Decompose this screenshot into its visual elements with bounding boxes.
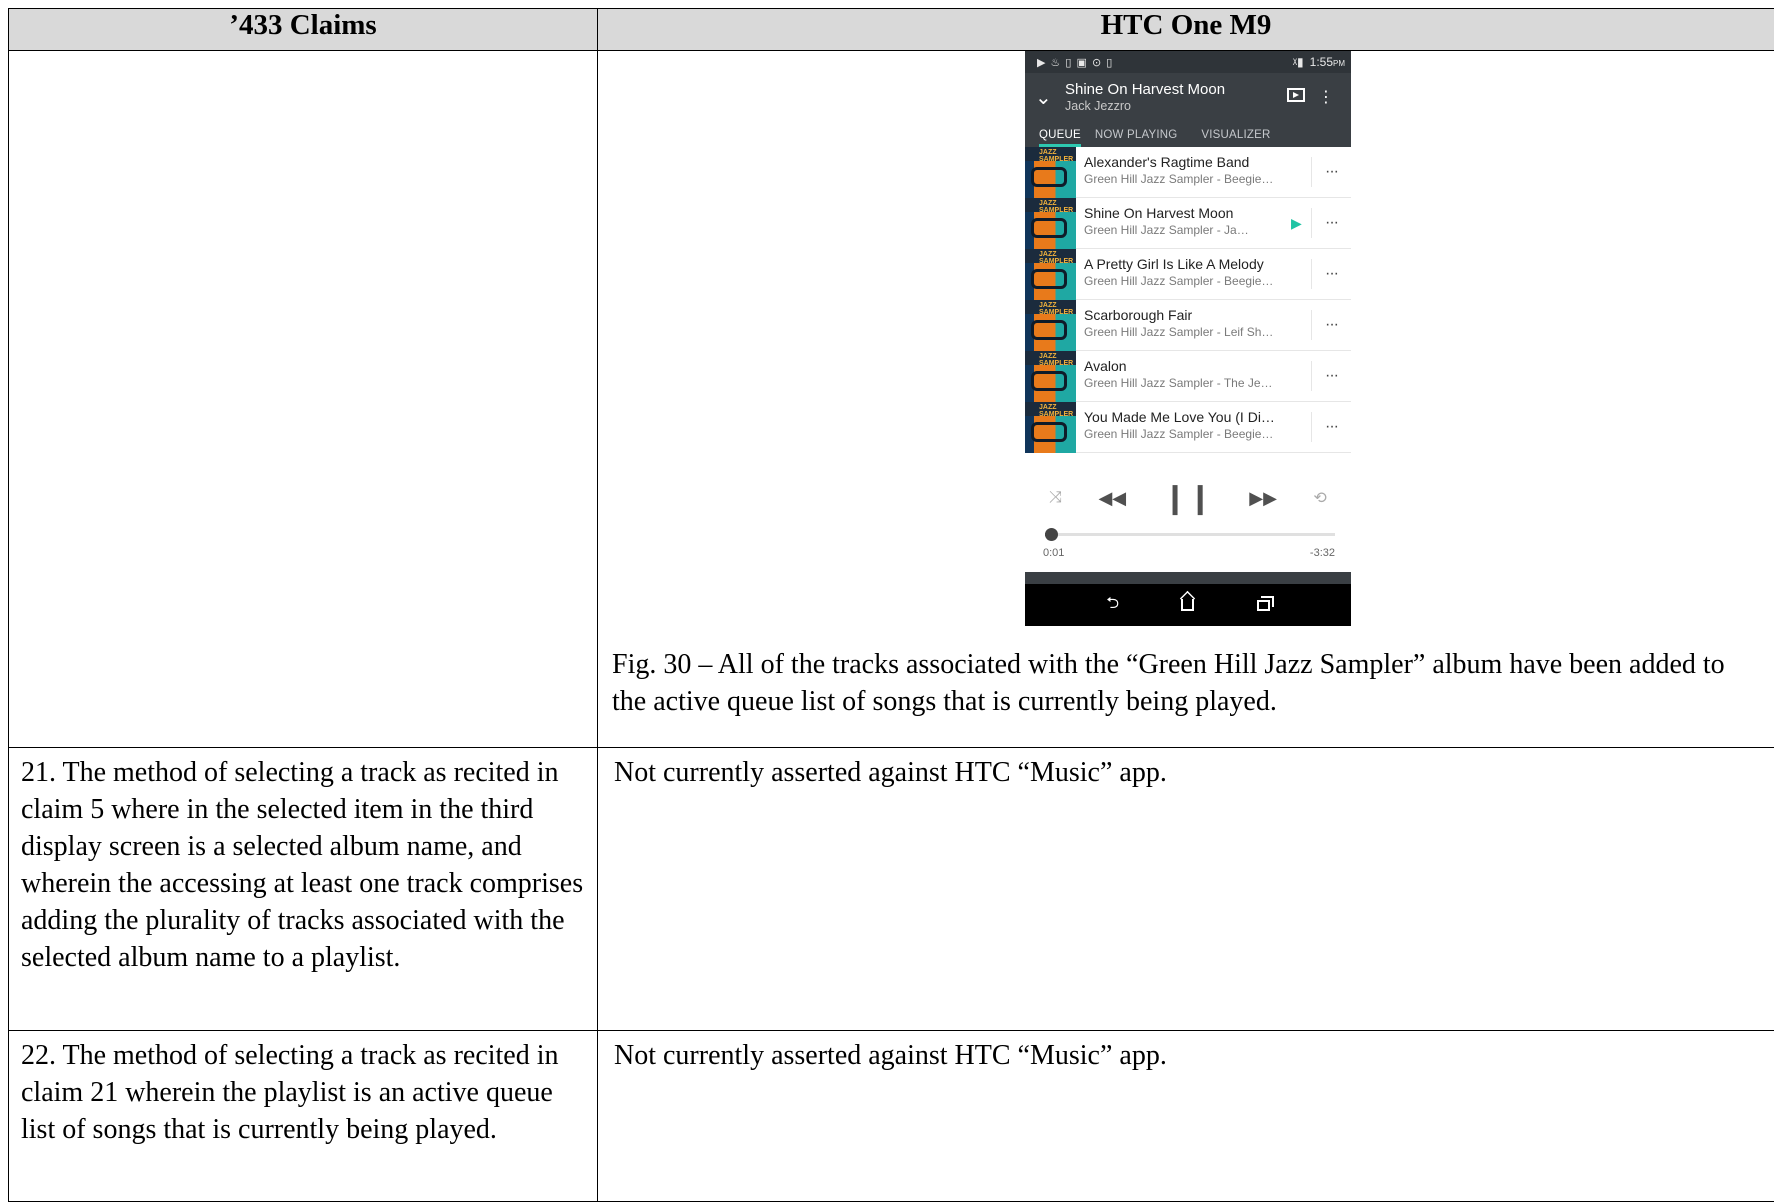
figure-caption: Fig. 30 – All of the tracks associated w…: [598, 626, 1774, 738]
overflow-menu-icon[interactable]: ⋮: [1311, 87, 1341, 107]
tab-visualizer[interactable]: VISUALIZER: [1201, 129, 1282, 147]
queue-item[interactable]: JAZZ SAMPLER You Made Me Love You (I Di…G…: [1025, 402, 1351, 453]
home-icon[interactable]: [1181, 599, 1194, 611]
claim-22-response: Not currently asserted against HTC “Musi…: [598, 1031, 1774, 1202]
more-options-icon[interactable]: ···: [1311, 310, 1351, 340]
signal-battery-icon: ᵡ▮: [1293, 55, 1304, 69]
queue-item[interactable]: JAZZ SAMPLER Scarborough FairGreen Hill J…: [1025, 300, 1351, 351]
more-options-icon[interactable]: ···: [1311, 259, 1351, 289]
queue-item[interactable]: JAZZ SAMPLER A Pretty Girl Is Like A Melo…: [1025, 249, 1351, 300]
cast-icon[interactable]: [1281, 88, 1311, 107]
queue-item-title: A Pretty Girl Is Like A Melody: [1084, 255, 1311, 273]
queue-item-title: You Made Me Love You (I Di…: [1084, 408, 1311, 426]
more-options-icon[interactable]: ···: [1311, 412, 1351, 442]
tab-now-playing[interactable]: NOW PLAYING: [1095, 129, 1190, 147]
playback-controls: ⤨ ◀◀ ❙❙ ▶▶ ⟲ 0:01 -3:32: [1025, 472, 1351, 572]
figure-row: ▶ ♨ ▯ ▣ ⊙ ▯ ᵡ▮ 1:55PM ⌄ Shine On Harvest…: [9, 51, 1774, 748]
now-playing-title: Shine On Harvest Moon: [1065, 81, 1281, 99]
figure-cell: ▶ ♨ ▯ ▣ ⊙ ▯ ᵡ▮ 1:55PM ⌄ Shine On Harvest…: [598, 51, 1774, 748]
claim-row-22: 22. The method of selecting a track as r…: [9, 1031, 1774, 1202]
album-art-thumbnail: JAZZ SAMPLER: [1025, 249, 1076, 300]
more-options-icon[interactable]: ···: [1311, 157, 1351, 187]
collapse-chevron-icon[interactable]: ⌄: [1035, 85, 1065, 110]
notification-icons: ▶ ♨ ▯ ▣ ⊙ ▯: [1037, 56, 1113, 69]
android-nav-bar: ⮌: [1025, 584, 1351, 626]
album-art-thumbnail: JAZZ SAMPLER: [1025, 147, 1076, 198]
album-art-thumbnail: JAZZ SAMPLER: [1025, 198, 1076, 249]
player-header: ⌄ Shine On Harvest Moon Jack Jezzro ⋮: [1025, 73, 1351, 121]
more-options-icon[interactable]: ···: [1311, 208, 1351, 238]
queue-item-subtitle: Green Hill Jazz Sampler - Ja…: [1084, 222, 1291, 238]
claim-row-21: 21. The method of selecting a track as r…: [9, 748, 1774, 1031]
status-time: 1:55PM: [1310, 55, 1345, 69]
header-claims: ’433 Claims: [9, 9, 598, 51]
queue-item-title: Avalon: [1084, 357, 1311, 375]
status-bar: ▶ ♨ ▯ ▣ ⊙ ▯ ᵡ▮ 1:55PM: [1025, 51, 1351, 73]
album-art-thumbnail: JAZZ SAMPLER: [1025, 351, 1076, 402]
queue-item[interactable]: JAZZ SAMPLER Shine On Harvest MoonGreen H…: [1025, 198, 1351, 249]
shuffle-icon[interactable]: ⤨: [1049, 489, 1062, 507]
claim-chart-table: ’433 Claims HTC One M9 ▶ ♨ ▯ ▣ ⊙ ▯ ᵡ▮ 1:…: [8, 8, 1774, 1202]
pause-icon[interactable]: ❙❙: [1163, 481, 1213, 516]
queue-item-subtitle: Green Hill Jazz Sampler - Beegie…: [1084, 171, 1311, 187]
repeat-icon[interactable]: ⟲: [1313, 488, 1326, 508]
queue-item-subtitle: Green Hill Jazz Sampler - Leif Sh…: [1084, 324, 1311, 340]
queue-item[interactable]: JAZZ SAMPLER Alexander's Ragtime BandGree…: [1025, 147, 1351, 198]
queue-list: JAZZ SAMPLERAlexander's Ragtime BandGree…: [1025, 147, 1351, 472]
album-art-thumbnail: JAZZ SAMPLER: [1025, 300, 1076, 351]
header-row: ’433 Claims HTC One M9: [9, 9, 1774, 51]
elapsed-time: 0:01: [1043, 547, 1064, 559]
queue-item-subtitle: Green Hill Jazz Sampler - Beegie…: [1084, 426, 1311, 442]
album-art-thumbnail: JAZZ SAMPLER: [1025, 402, 1076, 453]
next-icon[interactable]: ▶▶: [1249, 488, 1277, 509]
queue-item-title: Shine On Harvest Moon: [1084, 204, 1291, 222]
recent-apps-icon[interactable]: [1257, 600, 1270, 611]
now-playing-indicator-icon: ▶: [1291, 198, 1311, 248]
claim-21-text: 21. The method of selecting a track as r…: [9, 748, 598, 1031]
queue-item-subtitle: Green Hill Jazz Sampler - Beegie…: [1084, 273, 1311, 289]
tab-queue[interactable]: QUEUE: [1039, 129, 1081, 147]
now-playing-artist: Jack Jezzro: [1065, 99, 1281, 113]
queue-item-subtitle: Green Hill Jazz Sampler - The Je…: [1084, 375, 1311, 391]
claim-21-response: Not currently asserted against HTC “Musi…: [598, 748, 1774, 1031]
empty-claim-cell: [9, 51, 598, 748]
phone-screenshot: ▶ ♨ ▯ ▣ ⊙ ▯ ᵡ▮ 1:55PM ⌄ Shine On Harvest…: [1025, 51, 1351, 626]
queue-item-title: Alexander's Ragtime Band: [1084, 153, 1311, 171]
seek-knob[interactable]: [1045, 528, 1058, 541]
more-options-icon[interactable]: ···: [1311, 361, 1351, 391]
previous-icon[interactable]: ◀◀: [1098, 488, 1126, 509]
claim-22-text: 22. The method of selecting a track as r…: [9, 1031, 598, 1202]
queue-item[interactable]: JAZZ SAMPLER AvalonGreen Hill Jazz Sample…: [1025, 351, 1351, 402]
player-tabs: QUEUE NOW PLAYING VISUALIZER: [1025, 121, 1351, 147]
header-device: HTC One M9: [598, 9, 1774, 51]
queue-item-title: Scarborough Fair: [1084, 306, 1311, 324]
remaining-time: -3:32: [1310, 547, 1335, 559]
back-icon[interactable]: ⮌: [1106, 592, 1119, 619]
seek-bar[interactable]: [1045, 533, 1335, 536]
